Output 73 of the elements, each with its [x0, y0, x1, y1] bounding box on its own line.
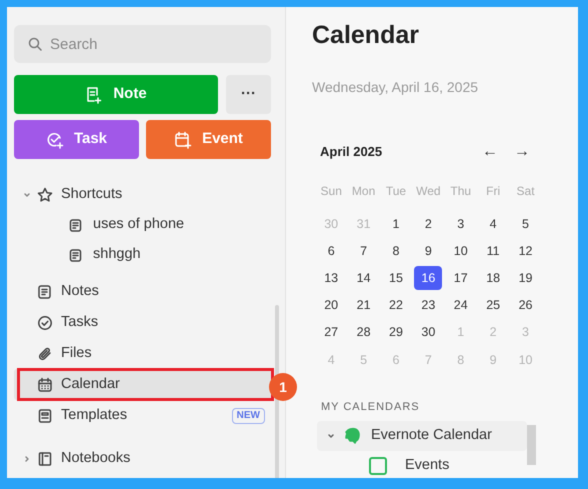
- section-heading: MY CALENDARS: [321, 400, 421, 415]
- scrollbar: [527, 425, 536, 465]
- checkbox[interactable]: [369, 457, 387, 476]
- calendar-day[interactable]: 7: [350, 239, 378, 264]
- weekday-label: Tue: [384, 182, 408, 200]
- weekday-label: Mon: [350, 182, 376, 200]
- sidebar-item[interactable]: uses of phone: [14, 210, 271, 240]
- more-button[interactable]: ···: [226, 75, 271, 114]
- plus-task-icon: [46, 130, 64, 148]
- calendar-day[interactable]: 11: [479, 239, 508, 264]
- sidebar-item[interactable]: Tasks: [14, 307, 271, 338]
- calendar-day[interactable]: 15: [382, 266, 410, 290]
- calendar-day[interactable]: 6: [317, 239, 346, 264]
- calendar-day[interactable]: 21: [350, 294, 378, 318]
- plus-event-icon: [174, 130, 192, 148]
- weekday-label: Sun: [320, 182, 343, 200]
- sidebar-item[interactable]: Shortcuts: [14, 179, 271, 210]
- tasks-icon: [37, 314, 53, 330]
- sidebar-item[interactable]: Calendar: [14, 369, 271, 400]
- calendar-day[interactable]: 16: [414, 266, 442, 290]
- calendar-day[interactable]: 12: [512, 239, 540, 264]
- sidebar-item[interactable]: Notebooks: [14, 443, 271, 474]
- task-button[interactable]: Task: [14, 120, 139, 159]
- weekday-label: Fri: [485, 182, 502, 200]
- calendar-day[interactable]: 14: [350, 266, 378, 290]
- calendar-day[interactable]: 17: [446, 266, 475, 290]
- sidebar-item[interactable]: shhggh: [14, 240, 271, 270]
- weekday-label: Sat: [516, 182, 536, 200]
- previous-month-button[interactable]: ←: [478, 140, 502, 164]
- next-month-button[interactable]: →: [510, 140, 534, 164]
- calendar-day[interactable]: 20: [317, 294, 346, 318]
- calendar-day[interactable]: 25: [479, 294, 508, 318]
- search-field[interactable]: Search: [14, 25, 271, 63]
- calendar-day[interactable]: 26: [512, 294, 540, 318]
- templates-icon: [37, 408, 53, 424]
- calendar-label: Events: [405, 456, 450, 476]
- calendar-day[interactable]: 24: [446, 294, 475, 318]
- calendar-day[interactable]: 10: [446, 239, 475, 264]
- note-icon: [68, 218, 83, 232]
- calendar-day[interactable]: 9: [414, 239, 442, 264]
- calendar-day[interactable]: 22: [382, 294, 410, 318]
- sidebar-item[interactable]: Notes: [14, 276, 271, 307]
- shortcuts-icon: [37, 186, 53, 202]
- calendar-day[interactable]: 29: [382, 320, 410, 345]
- page-title: Calendar: [312, 20, 420, 51]
- notebooks-icon: [37, 450, 53, 466]
- weekday-label: Thu: [449, 182, 472, 200]
- calendar-day[interactable]: 13: [317, 266, 346, 290]
- calendar-day[interactable]: 1: [382, 212, 410, 236]
- calendar-day[interactable]: 2: [414, 212, 442, 236]
- sidebar-item[interactable]: Files: [14, 338, 271, 369]
- month-title: April 2025: [320, 142, 384, 161]
- calendar-day[interactable]: 4: [479, 212, 508, 236]
- date-text: Wednesday, April 16, 2025: [312, 78, 480, 97]
- plus-note-icon: [85, 86, 104, 104]
- calendar-day[interactable]: 18: [479, 266, 508, 290]
- calendar-day[interactable]: 3: [446, 212, 475, 236]
- note-icon: [68, 248, 83, 262]
- calendar-day[interactable]: 28: [350, 320, 378, 345]
- search-icon: [28, 37, 42, 51]
- sidebar-item[interactable]: Templates NEW: [14, 400, 271, 431]
- calendar-day[interactable]: 8: [382, 239, 410, 264]
- files-icon: [37, 346, 53, 362]
- calendar-day[interactable]: 19: [512, 266, 540, 290]
- calendar-icon: [37, 376, 53, 392]
- weekday-label: Wed: [415, 182, 442, 200]
- calendar-day[interactable]: 5: [512, 212, 540, 236]
- calendar-group-row[interactable]: Evernote Calendar: [317, 421, 527, 452]
- calendar-day[interactable]: 30: [414, 320, 442, 345]
- notes-icon: [37, 284, 53, 300]
- new-badge: NEW: [232, 408, 265, 424]
- calendar-day[interactable]: 27: [317, 320, 346, 345]
- calendar-day[interactable]: 23: [414, 294, 442, 318]
